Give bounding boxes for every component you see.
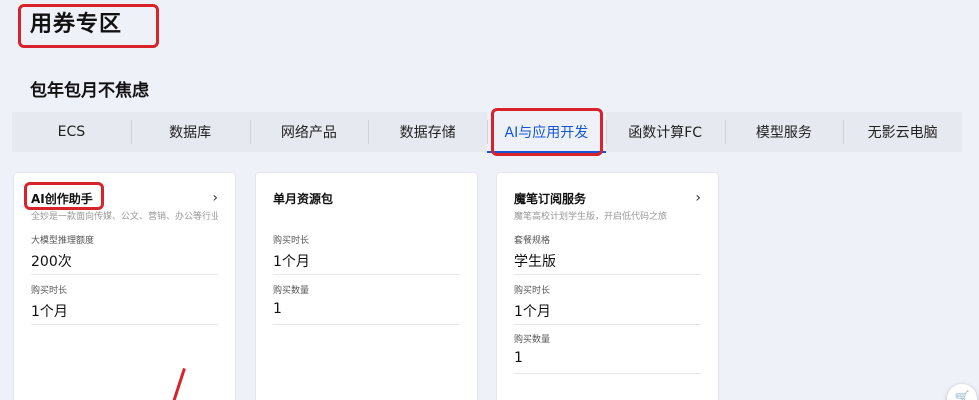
field-label: 购买时长 [514, 286, 551, 296]
cart-button[interactable]: 🛒 [947, 384, 977, 400]
tab-model-service[interactable]: 模型服务 [724, 112, 844, 152]
field-label: 套餐规格 [514, 236, 551, 246]
field-quota: 大模型推理额度 200次 [31, 233, 218, 283]
tab-ecs[interactable]: ECS [12, 112, 131, 152]
tab-cloud-desktop[interactable]: 无影云电脑 [843, 112, 962, 152]
field-duration: 购买时长 1个月 [31, 283, 218, 333]
field-quantity: 购买数量 1 [273, 283, 460, 333]
field-label: 大模型推理额度 [31, 236, 95, 246]
field-label: 购买数量 [514, 335, 551, 345]
divider [514, 324, 701, 325]
card-header: 单月资源包 [273, 188, 460, 208]
card-title: 魔笔订阅服务 [514, 191, 587, 206]
field-value: 1 [273, 301, 282, 317]
divider [514, 274, 701, 275]
tab-storage[interactable]: 数据存储 [368, 112, 487, 152]
divider [273, 324, 460, 325]
field-duration: 购买时长 1个月 [514, 283, 701, 333]
field-value: 200次 [31, 254, 72, 270]
field-label: 购买时长 [31, 286, 68, 296]
card-title: 单月资源包 [273, 191, 334, 206]
annotation-box-card [24, 182, 104, 210]
field-duration: 购买时长 1个月 [273, 233, 460, 283]
divider [31, 274, 218, 275]
field-value: 学生版 [514, 254, 556, 270]
field-value: 1个月 [31, 304, 68, 320]
section-title: 包年包月不焦虑 [30, 81, 149, 101]
divider [514, 373, 701, 374]
card-description: 魔笔高校计划学生版，开启低代码之旅 [514, 212, 668, 222]
field-label: 购买数量 [273, 286, 310, 296]
chevron-right-icon[interactable]: › [212, 190, 218, 206]
tab-function-compute[interactable]: 函数计算FC [605, 112, 725, 152]
cart-icon: 🛒 [954, 390, 970, 400]
field-value: 1 [514, 350, 523, 366]
field-plan: 套餐规格 学生版 [514, 233, 701, 283]
divider [31, 324, 218, 325]
annotation-box-tab [491, 108, 603, 156]
field-label: 购买时长 [273, 236, 310, 246]
card-header[interactable]: 魔笔订阅服务 › [514, 188, 701, 208]
annotation-box-title [18, 4, 159, 48]
category-tabs: ECS 数据库 网络产品 数据存储 AI与应用开发 函数计算FC 模型服务 无影… [12, 112, 962, 153]
chevron-right-icon[interactable]: › [695, 190, 701, 206]
field-quantity: 购买数量 1 [514, 332, 701, 382]
product-card-mobi-subscription[interactable]: 魔笔订阅服务 › 魔笔高校计划学生版，开启低代码之旅 套餐规格 学生版 购买时长… [496, 172, 719, 400]
tab-network[interactable]: 网络产品 [249, 112, 369, 152]
field-value: 1个月 [273, 254, 310, 270]
tab-database[interactable]: 数据库 [130, 112, 250, 152]
field-value: 1个月 [514, 304, 551, 320]
card-description: 全妙是一款面向传媒、公文、营销、办公等行业... [31, 212, 218, 222]
divider [273, 274, 460, 275]
product-card-monthly-pack[interactable]: 单月资源包 购买时长 1个月 购买数量 1 [255, 172, 478, 400]
